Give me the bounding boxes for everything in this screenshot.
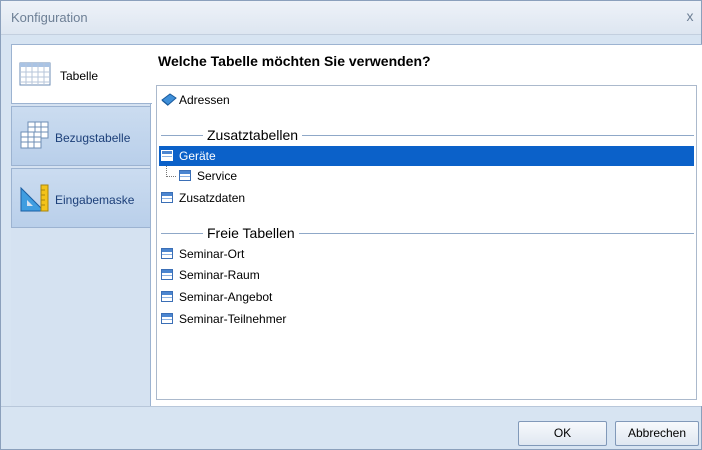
list-item-zusatzdaten[interactable]: Zusatzdaten (159, 188, 694, 208)
page-title: Welche Tabelle möchten Sie verwenden? (158, 53, 431, 69)
tab-label: Bezugstabelle (55, 131, 131, 145)
tab-label: Eingabemaske (55, 193, 135, 207)
table-icon (161, 192, 173, 203)
item-label: Seminar-Angebot (179, 290, 273, 304)
list-item-adressen[interactable]: Adressen (159, 90, 694, 110)
table-icon (19, 62, 51, 86)
group-freie-tabellen: Freie Tabellen (157, 224, 696, 242)
config-dialog: Konfiguration x Tabelle Bezugstabelle Ei… (0, 0, 702, 450)
list-item-seminar-raum[interactable]: Seminar-Raum (159, 265, 694, 285)
table-icon (179, 170, 191, 181)
table-icon (161, 150, 173, 161)
related-table-icon (20, 121, 49, 149)
title-bar: Konfiguration x (1, 1, 701, 35)
item-label: Geräte (179, 149, 216, 163)
footer-divider (1, 406, 701, 407)
table-icon (161, 269, 173, 280)
item-label: Seminar-Teilnehmer (179, 312, 287, 326)
table-icon (161, 313, 173, 324)
tab-label: Tabelle (60, 69, 99, 83)
list-item-seminar-ort[interactable]: Seminar-Ort (159, 244, 694, 264)
table-icon (161, 291, 173, 302)
table-list: Adressen Zusatztabellen Geräte Service Z… (156, 85, 697, 400)
item-label: Service (197, 169, 238, 183)
book-icon (161, 93, 177, 106)
group-title: Zusatztabellen (203, 126, 303, 144)
tree-connector (166, 166, 176, 177)
ok-button[interactable]: OK (518, 421, 607, 446)
item-label: Adressen (179, 93, 230, 107)
tab-tabelle[interactable]: Tabelle (11, 44, 152, 104)
list-item-seminar-angebot[interactable]: Seminar-Angebot (159, 287, 694, 307)
cancel-button[interactable]: Abbrechen (615, 421, 699, 446)
group-title: Freie Tabellen (203, 224, 299, 242)
item-label: Seminar-Raum (179, 268, 260, 282)
list-item-geraete[interactable]: Geräte (159, 146, 694, 166)
group-zusatztabellen: Zusatztabellen (157, 126, 696, 144)
list-item-service[interactable]: Service (177, 166, 694, 186)
table-icon (161, 248, 173, 259)
tab-bezugstabelle[interactable]: Bezugstabelle (11, 106, 150, 166)
item-label: Seminar-Ort (179, 247, 245, 261)
list-item-seminar-teilnehmer[interactable]: Seminar-Teilnehmer (159, 309, 694, 329)
window-title: Konfiguration (11, 10, 88, 25)
close-icon[interactable]: x (683, 8, 697, 24)
sidebar: Tabelle Bezugstabelle Eingabemaske (11, 44, 152, 406)
input-mask-icon (20, 184, 49, 212)
tab-eingabemaske[interactable]: Eingabemaske (11, 168, 150, 228)
item-label: Zusatzdaten (179, 191, 246, 205)
